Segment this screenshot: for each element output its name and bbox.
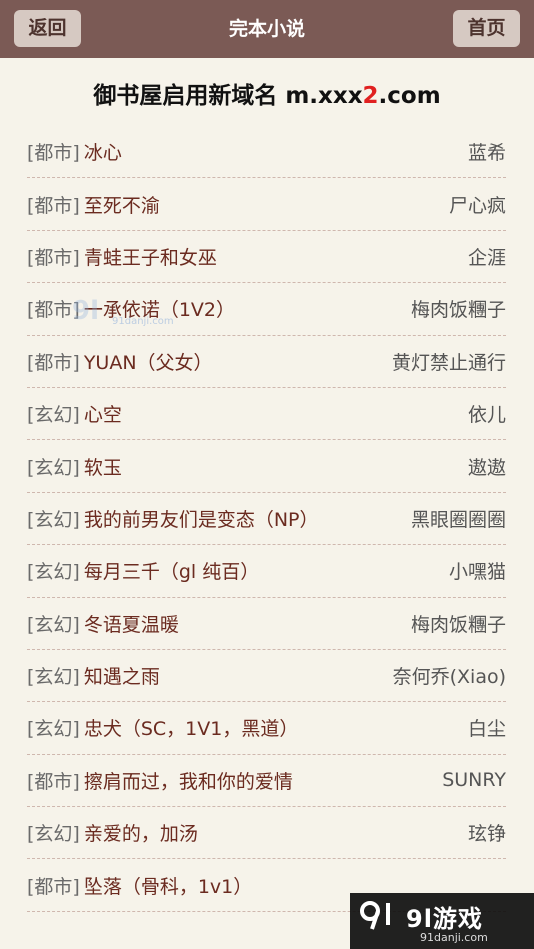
book-title-link[interactable]: 擦肩而过，我和你的爱情 — [84, 767, 293, 794]
book-row-left: [都市] 冰心 — [27, 138, 122, 165]
book-category[interactable]: [玄幻] — [27, 714, 80, 741]
book-title-link[interactable]: 我的前男友们是变态（NP） — [84, 505, 319, 532]
book-row[interactable]: [都市] 一承依诺（1V2） 梅肉饭糰子 — [27, 283, 506, 336]
book-row[interactable]: [都市] YUAN（父女） 黄灯禁止通行 — [27, 336, 506, 388]
book-title-link[interactable]: 亲爱的，加汤 — [84, 819, 198, 846]
book-row-left: [玄幻] 知遇之雨 — [27, 662, 160, 689]
home-button[interactable]: 首页 — [453, 10, 520, 47]
domain-notice-highlight: 2 — [362, 83, 379, 109]
corner-url: 91danji.com — [420, 931, 488, 944]
book-author[interactable]: 黄灯禁止通行 — [392, 348, 506, 375]
book-row[interactable]: [都市] 擦肩而过，我和你的爱情 SUNRY — [27, 755, 506, 808]
book-author[interactable]: 尸心疯 — [449, 191, 506, 218]
book-category[interactable]: [都市] — [27, 138, 80, 165]
book-category[interactable]: [都市] — [27, 295, 80, 322]
header-bar: 返回 完本小说 首页 — [0, 0, 534, 58]
book-category[interactable]: [玄幻] — [27, 557, 80, 584]
back-button[interactable]: 返回 — [14, 10, 81, 47]
book-category[interactable]: [玄幻] — [27, 819, 80, 846]
book-row[interactable]: [玄幻] 忠犬（SC，1V1，黑道） 白尘 — [27, 702, 506, 755]
book-title-link[interactable]: 软玉 — [84, 453, 122, 480]
book-row-left: [都市] 擦肩而过，我和你的爱情 — [27, 767, 293, 794]
book-author[interactable]: SUNRY — [442, 769, 506, 791]
book-title-link[interactable]: 至死不渝 — [84, 191, 160, 218]
corner-brand: 9l游戏 — [406, 905, 483, 933]
book-row-left: [都市] 至死不渝 — [27, 191, 160, 218]
book-category[interactable]: [玄幻] — [27, 453, 80, 480]
book-category[interactable]: [玄幻] — [27, 610, 80, 637]
book-author[interactable]: 梅肉饭糰子 — [411, 610, 506, 637]
book-row-left: [都市] YUAN（父女） — [27, 348, 213, 375]
book-row[interactable]: [都市] 青蛙王子和女巫 企涯 — [27, 231, 506, 284]
book-author[interactable]: 遨遨 — [468, 453, 506, 480]
book-row[interactable]: [玄幻] 心空 依儿 — [27, 388, 506, 441]
book-title-link[interactable]: 青蛙王子和女巫 — [84, 243, 217, 270]
page-title: 完本小说 — [228, 18, 305, 40]
domain-notice-suffix: .com — [378, 83, 441, 109]
book-row[interactable]: [都市] 至死不渝 尸心疯 — [27, 178, 506, 231]
book-row-left: [都市] 一承依诺（1V2） — [27, 295, 235, 322]
book-author[interactable]: 企涯 — [468, 243, 506, 270]
book-title-link[interactable]: 知遇之雨 — [84, 662, 160, 689]
book-row-left: [玄幻] 软玉 — [27, 453, 122, 480]
book-author[interactable]: 玹铮 — [468, 819, 506, 846]
corner-watermark: 9l游戏 91danji.com — [350, 893, 534, 949]
book-author[interactable]: 蓝希 — [468, 138, 506, 165]
book-title-link[interactable]: 每月三千（gl 纯百） — [84, 557, 259, 584]
book-row[interactable]: [玄幻] 知遇之雨 奈何乔(Xiao) — [27, 650, 506, 703]
book-category[interactable]: [都市] — [27, 872, 80, 899]
book-title-link[interactable]: 坠落（骨科，1v1） — [84, 872, 252, 899]
book-row-left: [玄幻] 我的前男友们是变态（NP） — [27, 505, 319, 532]
book-row-left: [都市] 坠落（骨科，1v1） — [27, 872, 252, 899]
book-author[interactable]: 黑眼圈圈圈 — [411, 505, 506, 532]
book-row-left: [玄幻] 心空 — [27, 400, 122, 427]
book-row[interactable]: [都市] 冰心 蓝希 — [27, 126, 506, 179]
book-title-link[interactable]: 忠犬（SC，1V1，黑道） — [84, 714, 299, 741]
book-category[interactable]: [玄幻] — [27, 400, 80, 427]
book-category[interactable]: [都市] — [27, 348, 80, 375]
book-list: [都市] 冰心 蓝希 [都市] 至死不渝 尸心疯 [都市] 青蛙王子和女巫 企涯 [都市] 一承依诺… — [27, 126, 506, 912]
book-author[interactable]: 依儿 — [468, 400, 506, 427]
domain-notice: 御书屋启用新域名 m.xxx2.com — [0, 78, 534, 114]
book-category[interactable]: [玄幻] — [27, 505, 80, 532]
game-logo-icon — [360, 901, 390, 930]
book-row-left: [玄幻] 忠犬（SC，1V1，黑道） — [27, 714, 298, 741]
book-row-left: [都市] 青蛙王子和女巫 — [27, 243, 217, 270]
book-author[interactable]: 小嘿猫 — [449, 557, 506, 584]
book-category[interactable]: [都市] — [27, 191, 80, 218]
book-title-link[interactable]: 心空 — [84, 400, 122, 427]
book-row-left: [玄幻] 亲爱的，加汤 — [27, 819, 198, 846]
book-category[interactable]: [都市] — [27, 243, 80, 270]
book-category[interactable]: [玄幻] — [27, 662, 80, 689]
book-author[interactable]: 白尘 — [468, 714, 506, 741]
book-row[interactable]: [玄幻] 冬语夏温暖 梅肉饭糰子 — [27, 598, 506, 650]
book-row[interactable]: [玄幻] 亲爱的，加汤 玹铮 — [27, 807, 506, 860]
book-title-link[interactable]: 冬语夏温暖 — [84, 610, 179, 637]
book-title-link[interactable]: 一承依诺（1V2） — [84, 295, 235, 322]
book-row[interactable]: [玄幻] 我的前男友们是变态（NP） 黑眼圈圈圈 — [27, 493, 506, 546]
book-row-left: [玄幻] 冬语夏温暖 — [27, 610, 179, 637]
domain-notice-text: 御书屋启用新域名 m.xxx — [93, 83, 363, 109]
book-author[interactable]: 梅肉饭糰子 — [411, 295, 506, 322]
book-author[interactable]: 奈何乔(Xiao) — [393, 662, 506, 689]
book-row-left: [玄幻] 每月三千（gl 纯百） — [27, 557, 259, 584]
book-title-link[interactable]: 冰心 — [84, 138, 122, 165]
book-category[interactable]: [都市] — [27, 767, 80, 794]
book-title-link[interactable]: YUAN（父女） — [84, 348, 213, 375]
book-row[interactable]: [玄幻] 每月三千（gl 纯百） 小嘿猫 — [27, 545, 506, 598]
book-row[interactable]: [玄幻] 软玉 遨遨 — [27, 440, 506, 493]
